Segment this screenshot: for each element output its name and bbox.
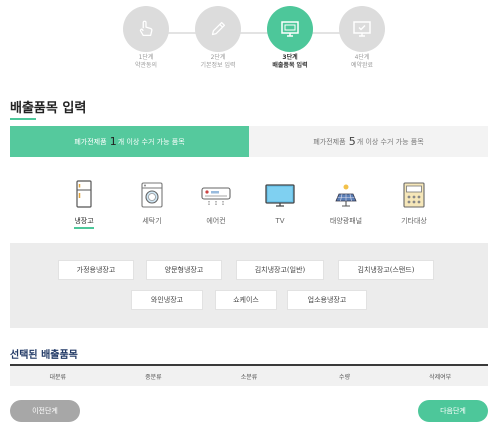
step-indicator: 1단계 약관동의 2단계 기본정보 입력 3단계 배출품목 입력 4단계 예약완… bbox=[0, 6, 500, 76]
category-other[interactable]: 기타대상 bbox=[384, 178, 444, 227]
step-name: 예약완료 bbox=[350, 62, 374, 69]
subcategory-button[interactable]: 김치냉장고(스탠드) bbox=[338, 260, 434, 280]
step-number: 4단계 bbox=[354, 54, 370, 61]
page-title: 배출품목 입력 bbox=[10, 101, 87, 116]
refrigerator-icon bbox=[54, 178, 114, 208]
column-header: 수량 bbox=[339, 373, 351, 381]
category-label: 냉장고 bbox=[74, 216, 94, 229]
hand-pointer-icon bbox=[123, 6, 169, 52]
subcategory-button[interactable]: 가정용냉장고 bbox=[58, 260, 134, 280]
category-solar-panel[interactable]: 태양광패널 bbox=[316, 178, 376, 227]
step-name: 배출품목 입력 bbox=[272, 62, 308, 69]
category-label: 태양광패널 bbox=[329, 217, 363, 225]
selected-items-table-header: 대분류 중분류 소분류 수량 삭제여부 bbox=[10, 364, 488, 386]
tab-suffix: 개 이상 수거 가능 품목 bbox=[117, 137, 185, 146]
step-1: 1단계 약관동의 bbox=[106, 6, 186, 70]
step-name: 약관동의 bbox=[134, 62, 158, 69]
category-washing-machine[interactable]: 세탁기 bbox=[122, 178, 182, 227]
subcategory-button[interactable]: 쇼케이스 bbox=[215, 290, 277, 310]
category-label: 세탁기 bbox=[142, 217, 162, 225]
title-underline bbox=[10, 118, 36, 120]
air-conditioner-icon bbox=[186, 178, 246, 208]
step-number: 3단계 bbox=[282, 54, 298, 61]
solar-panel-icon bbox=[316, 178, 376, 208]
step-4: 4단계 예약완료 bbox=[322, 6, 402, 70]
tab-prefix: 폐가전제품 bbox=[313, 137, 346, 146]
step-number: 2단계 bbox=[210, 54, 226, 61]
tv-icon bbox=[250, 178, 310, 208]
category-list: 냉장고 세탁기 에어컨 TV 태양광패널 기타대상 bbox=[44, 178, 464, 229]
monitor-icon bbox=[267, 6, 313, 52]
pencil-icon bbox=[195, 6, 241, 52]
step-3: 3단계 배출품목 입력 bbox=[250, 6, 330, 70]
category-label: TV bbox=[275, 217, 285, 225]
previous-step-button[interactable]: 이전단계 bbox=[10, 400, 80, 422]
tab-bar: 폐가전제품 1개 이상 수거 가능 품목 폐가전제품 5개 이상 수거 가능 품… bbox=[10, 126, 488, 157]
tab-suffix: 개 이상 수거 가능 품목 bbox=[356, 137, 424, 146]
tab-count: 5 bbox=[348, 135, 356, 148]
tab-count: 1 bbox=[109, 135, 117, 148]
subcategory-button[interactable]: 김치냉장고(일반) bbox=[236, 260, 324, 280]
tab-five-or-more[interactable]: 폐가전제품 5개 이상 수거 가능 품목 bbox=[249, 126, 488, 157]
subcategory-button[interactable]: 업소용냉장고 bbox=[287, 290, 367, 310]
column-header: 삭제여부 bbox=[429, 373, 452, 381]
subcategory-button[interactable]: 양문형냉장고 bbox=[146, 260, 222, 280]
category-refrigerator[interactable]: 냉장고 bbox=[54, 178, 114, 229]
step-2: 2단계 기본정보 입력 bbox=[178, 6, 258, 70]
selected-items-title: 선택된 배출품목 bbox=[10, 350, 78, 361]
category-tv[interactable]: TV bbox=[250, 178, 310, 227]
next-step-button[interactable]: 다음단계 bbox=[418, 400, 488, 422]
other-appliance-icon bbox=[384, 178, 444, 208]
monitor-check-icon bbox=[339, 6, 385, 52]
column-header: 소분류 bbox=[240, 373, 258, 381]
step-number: 1단계 bbox=[138, 54, 154, 61]
washing-machine-icon bbox=[122, 178, 182, 208]
step-name: 기본정보 입력 bbox=[200, 62, 236, 69]
column-header: 중분류 bbox=[145, 373, 162, 381]
subcategory-panel: 가정용냉장고 양문형냉장고 김치냉장고(일반) 김치냉장고(스탠드) 와인냉장고… bbox=[10, 243, 488, 328]
category-label: 에어컨 bbox=[206, 217, 226, 225]
subcategory-button[interactable]: 와인냉장고 bbox=[131, 290, 203, 310]
column-header: 대분류 bbox=[49, 373, 67, 381]
category-label: 기타대상 bbox=[401, 217, 427, 225]
tab-one-or-more[interactable]: 폐가전제품 1개 이상 수거 가능 품목 bbox=[10, 126, 249, 157]
tab-prefix: 폐가전제품 bbox=[74, 137, 107, 146]
category-air-conditioner[interactable]: 에어컨 bbox=[186, 178, 246, 227]
